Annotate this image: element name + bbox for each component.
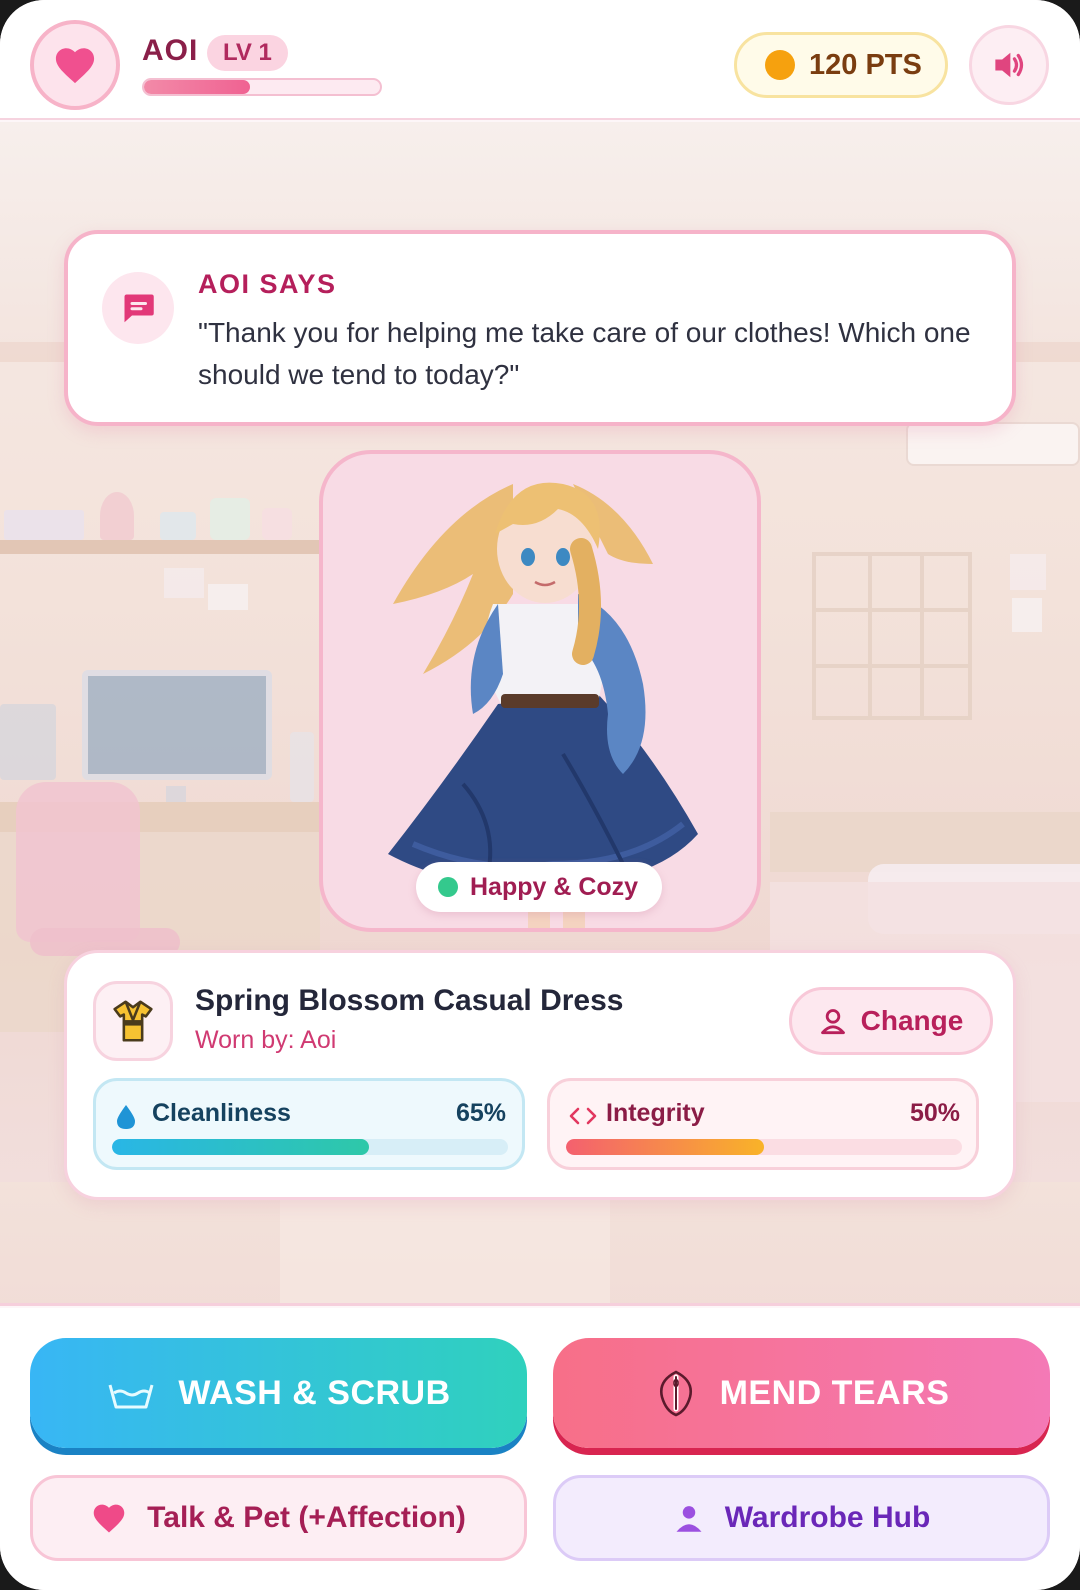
- desk-chair: [16, 782, 140, 942]
- cleanliness-label: Cleanliness: [152, 1099, 291, 1127]
- wardrobe-hub-button[interactable]: Wardrobe Hub: [553, 1475, 1050, 1561]
- integrity-label: Integrity: [606, 1099, 705, 1127]
- wash-scrub-label: WASH & SCRUB: [178, 1373, 451, 1412]
- points-label: 120 PTS: [809, 48, 922, 81]
- person-icon: [820, 1009, 845, 1035]
- talk-pet-button[interactable]: Talk & Pet (+Affection): [30, 1475, 527, 1561]
- integrity-stat: Integrity 50%: [547, 1078, 979, 1170]
- outfit-name: Spring Blossom Casual Dress: [195, 984, 624, 1017]
- chat-bubble-icon: [102, 272, 174, 344]
- speaker-icon: [995, 52, 1024, 78]
- top-bar: AOI LV 1 120 PTS: [0, 0, 1080, 120]
- xp-progress-bar: [142, 78, 382, 96]
- mood-status-dot: [438, 877, 458, 897]
- bed: [770, 812, 1080, 872]
- heart-icon: [91, 1502, 127, 1534]
- integrity-bar: [566, 1139, 962, 1155]
- mood-indicator: Happy & Cozy: [416, 862, 662, 912]
- talk-pet-label: Talk & Pet (+Affection): [147, 1501, 466, 1534]
- character-name: AOI: [142, 34, 199, 67]
- mend-tears-button[interactable]: MEND TEARS: [553, 1338, 1050, 1448]
- outfit-card: Spring Blossom Casual Dress Worn by: Aoi…: [64, 950, 1016, 1200]
- xp-progress-fill: [144, 80, 251, 94]
- mood-label: Happy & Cozy: [470, 872, 639, 901]
- outfit-owner: Worn by: Aoi: [195, 1026, 337, 1054]
- sound-toggle-button[interactable]: [969, 25, 1049, 105]
- level-badge: LV 1: [207, 35, 288, 71]
- air-conditioner: [906, 422, 1080, 466]
- mend-tears-label: MEND TEARS: [719, 1373, 950, 1412]
- needle-icon: [654, 1369, 698, 1417]
- coin-icon: [765, 50, 795, 80]
- character-avatar[interactable]: [30, 20, 120, 110]
- code-brackets-icon: [569, 1107, 597, 1125]
- wall-shelf: [0, 540, 320, 554]
- cleanliness-bar-fill: [112, 1139, 370, 1155]
- change-outfit-button[interactable]: Change: [789, 987, 993, 1055]
- wash-scrub-button[interactable]: WASH & SCRUB: [30, 1338, 527, 1448]
- desk-monitor: [82, 670, 272, 780]
- integrity-bar-fill: [566, 1139, 764, 1155]
- character-portrait[interactable]: [319, 450, 761, 932]
- person-icon: [673, 1503, 705, 1533]
- dialogue-title: AOI SAYS: [198, 269, 337, 299]
- heart-icon: [55, 48, 95, 84]
- cleanliness-value: 65%: [455, 1099, 506, 1127]
- wall-grid: [812, 552, 972, 720]
- dialogue-card: AOI SAYS "Thank you for helping me take …: [64, 230, 1016, 426]
- wash-basin-icon: [106, 1375, 156, 1411]
- character-illustration: [388, 482, 698, 928]
- water-drop-icon: [117, 1105, 135, 1129]
- kimono-icon: [93, 981, 173, 1061]
- change-button-label: Change: [860, 1005, 964, 1036]
- action-panel: WASH & SCRUB MEND TEARS Talk & Pet (+Aff…: [0, 1308, 1080, 1590]
- wardrobe-hub-label: Wardrobe Hub: [724, 1501, 931, 1534]
- integrity-value: 50%: [909, 1099, 960, 1127]
- points-counter: 120 PTS: [734, 32, 948, 98]
- cleanliness-bar: [112, 1139, 508, 1155]
- dialogue-text: "Thank you for helping me take care of o…: [198, 317, 971, 390]
- game-screen: AOI LV 1 120 PTS AOI SAYS "Thank you for…: [0, 0, 1080, 1590]
- cleanliness-stat: Cleanliness 65%: [93, 1078, 525, 1170]
